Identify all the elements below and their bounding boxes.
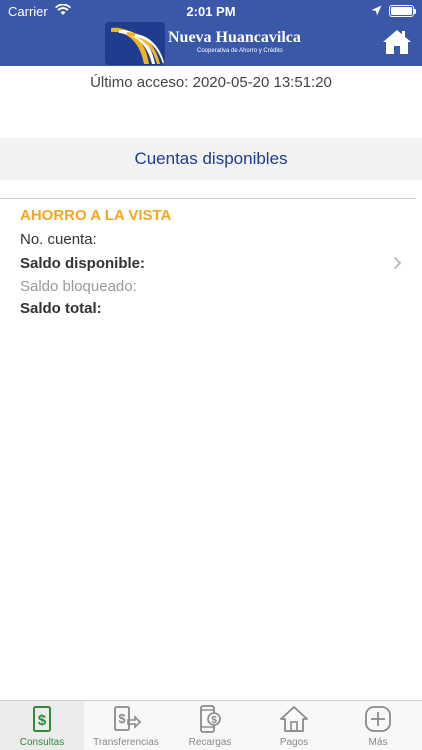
tab-pagos[interactable]: Pagos	[252, 701, 336, 750]
tab-consultas[interactable]: $ Consultas	[0, 701, 84, 750]
tab-label: Recargas	[188, 737, 232, 748]
brand: Nueva Huancavilca Cooperativa de Ahorro …	[105, 22, 319, 65]
phone-recharge-icon: $	[195, 704, 225, 734]
tab-mas[interactable]: Más	[336, 701, 420, 750]
brand-logo-icon	[105, 22, 165, 65]
plus-icon	[363, 704, 393, 734]
section-title: Cuentas disponibles	[0, 138, 422, 180]
home-icon	[383, 30, 411, 54]
available-balance-label: Saldo disponible:	[20, 255, 146, 272]
chevron-right-icon	[393, 256, 402, 275]
last-access-text: Último acceso: 2020-05-20 13:51:20	[90, 74, 332, 91]
account-type: AHORRO A LA VISTA	[20, 207, 172, 224]
tab-label: Consultas	[19, 737, 65, 748]
app-header: Carrier 2:01 PM Nueva Huancavilca Cooper…	[0, 0, 422, 66]
transfer-icon: $	[111, 704, 142, 734]
money-document-icon: $	[27, 704, 57, 734]
tab-bar: $ Consultas $ Transferencias $ Recargas	[0, 700, 422, 750]
clock: 2:01 PM	[186, 4, 236, 19]
home-payment-icon	[279, 704, 309, 734]
tab-label: Más	[368, 737, 388, 748]
blocked-balance-label: Saldo bloqueado:	[20, 278, 137, 295]
account-number-label: No. cuenta:	[20, 231, 97, 248]
brand-name: Nueva Huancavilca	[168, 29, 301, 46]
tab-label: Transferencias	[93, 737, 159, 748]
tab-transferencias[interactable]: $ Transferencias	[84, 701, 168, 750]
location-arrow-icon	[371, 4, 382, 19]
account-list-item[interactable]: AHORRO A LA VISTA No. cuenta: Saldo disp…	[0, 204, 422, 324]
battery-icon	[389, 5, 416, 17]
tab-label: Pagos	[279, 737, 309, 748]
status-bar: Carrier 2:01 PM	[0, 0, 422, 22]
svg-text:$: $	[38, 712, 47, 729]
total-balance-label: Saldo total:	[20, 300, 102, 317]
home-button[interactable]	[382, 28, 412, 56]
svg-text:$: $	[118, 711, 126, 726]
svg-text:$: $	[211, 715, 217, 726]
divider	[0, 198, 416, 199]
tab-recargas[interactable]: $ Recargas	[168, 701, 252, 750]
brand-subtitle: Cooperativa de Ahorro y Crédito	[197, 48, 283, 54]
